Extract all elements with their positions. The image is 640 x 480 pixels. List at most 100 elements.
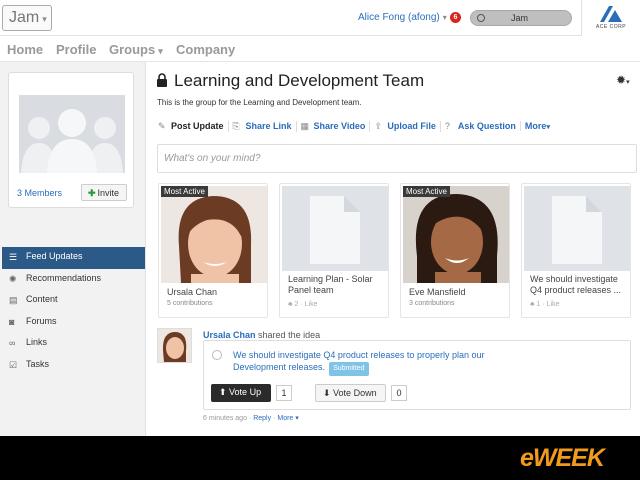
document-card[interactable]: Learning Plan - Solar Panel team ♣ 2 · L…: [279, 183, 389, 318]
app-screen: Jam ▾ Alice Fong (afong) ▾ 6 Jam ACE CORP …: [0, 0, 640, 436]
group-main: Learning and Development Team ✹▾ This is…: [146, 62, 640, 436]
share-video-tab[interactable]: ▦ Share Video: [301, 121, 371, 132]
sidebar-item-label: Links: [26, 337, 48, 347]
gear-icon: ✹: [616, 73, 627, 87]
arrow-up-icon: ⬆: [219, 387, 230, 397]
sidebar-item-forums[interactable]: ◙ Forums: [2, 312, 145, 334]
arrow-down-icon: ⬇: [323, 388, 334, 398]
contributor-name[interactable]: Ursala Chan: [167, 287, 217, 298]
sidebar-item-label: Content: [26, 294, 58, 304]
feed-author-link[interactable]: Ursala Chan: [203, 330, 256, 340]
notification-badge[interactable]: 6: [450, 12, 461, 23]
nav-company[interactable]: Company: [176, 42, 235, 57]
vote-down-button[interactable]: ⬇ Vote Down: [315, 384, 386, 402]
nav-profile[interactable]: Profile: [56, 42, 96, 57]
idea-card: We should investigate Q4 product release…: [203, 340, 631, 410]
post-icon: ✎: [158, 121, 166, 131]
sidebar-item-feed-updates[interactable]: ☰ Feed Updates: [2, 247, 145, 269]
contributor-card[interactable]: Most Active Ursala Chan 5 contributions: [158, 183, 268, 318]
sidebar-item-tasks[interactable]: ☑ Tasks: [2, 355, 145, 377]
group-description: This is the group for the Learning and D…: [157, 98, 362, 107]
main-nav: Home Profile Groups ▾ Company: [0, 36, 640, 62]
user-name: Alice Fong (afong): [358, 12, 440, 23]
vote-up-button[interactable]: ⬆ Vote Up: [211, 384, 271, 402]
search-scope-label: Jam: [511, 13, 529, 23]
chevron-down-icon: ▾: [158, 46, 163, 56]
lightbulb-icon: ✺: [9, 273, 17, 284]
question-icon: ?: [444, 121, 450, 131]
most-active-badge: Most Active: [161, 186, 208, 197]
contributor-name[interactable]: Eve Mansfield: [409, 287, 466, 298]
upload-file-tab[interactable]: ⇪ Upload File: [374, 121, 441, 132]
page-title: Learning and Development Team: [174, 71, 425, 90]
nav-home[interactable]: Home: [7, 42, 43, 57]
search-box[interactable]: Jam: [470, 10, 572, 26]
search-icon: [477, 14, 485, 22]
more-link[interactable]: More: [277, 415, 293, 422]
company-logo[interactable]: ACE CORP: [581, 0, 640, 36]
plus-icon: ✚: [88, 188, 96, 198]
invite-button[interactable]: ✚ Invite: [81, 184, 127, 201]
more-actions-menu[interactable]: More▾: [525, 121, 554, 131]
chevron-down-icon: ▾: [626, 79, 630, 86]
post-update-tab[interactable]: ✎ Post Update: [158, 121, 229, 132]
nav-groups-label: Groups: [109, 42, 156, 57]
reply-link[interactable]: Reply: [253, 415, 271, 422]
author-avatar-image: [158, 329, 191, 362]
share-link-tab[interactable]: ⎘ Share Link: [233, 121, 297, 132]
document-title[interactable]: We should investigate Q4 product release…: [530, 274, 630, 296]
eweek-watermark: eWEEK: [520, 444, 605, 472]
contribution-count: 3 contributions: [409, 300, 455, 307]
action-label: Ask Question: [457, 121, 516, 131]
ask-question-tab[interactable]: ? Ask Question: [445, 121, 521, 131]
feed-verb: shared the idea: [258, 330, 321, 340]
people-silhouette-icon: [21, 109, 123, 173]
jam-app-switcher[interactable]: Jam ▾: [2, 5, 52, 31]
document-thumbnail: [524, 186, 630, 271]
chevron-down-icon: ▾: [546, 124, 550, 131]
lock-icon: [157, 73, 167, 87]
vote-up-count: 1: [276, 385, 292, 401]
document-icon: ▤: [9, 295, 18, 305]
vote-down-label: Vote Down: [333, 388, 377, 398]
nav-groups[interactable]: Groups ▾: [109, 42, 163, 57]
document-likes: 1 · Like: [536, 301, 560, 308]
document-meta: ♣ 1 · Like: [530, 301, 560, 308]
woman-portrait-image: [161, 186, 267, 283]
most-active-badge: Most Active: [403, 186, 450, 197]
status-badge: Submitted: [329, 362, 369, 376]
document-card[interactable]: We should investigate Q4 product release…: [521, 183, 631, 318]
feed-item-footer: 6 minutes ago · Reply · More ▾: [203, 415, 299, 422]
group-menu: ☰ Feed Updates ✺ Recommendations ▤ Content …: [2, 247, 145, 376]
sidebar-item-links[interactable]: ∞ Links: [2, 333, 145, 355]
document-likes: 2 · Like: [294, 301, 318, 308]
sidebar-item-content[interactable]: ▤ Content: [2, 290, 145, 312]
action-label: Post Update: [171, 121, 224, 131]
user-menu[interactable]: Alice Fong (afong) ▾: [358, 12, 447, 23]
document-icon: [310, 196, 360, 264]
timestamp: 6 minutes ago: [203, 415, 247, 422]
document-title[interactable]: Learning Plan - Solar Panel team: [288, 274, 388, 296]
sidebar-item-label: Forums: [26, 315, 57, 326]
chevron-down-icon: ▾: [442, 13, 447, 22]
status-update-input[interactable]: What's on your mind?: [157, 144, 637, 173]
sidebar-item-recommendations[interactable]: ✺ Recommendations: [2, 269, 145, 291]
document-meta: ♣ 2 · Like: [288, 301, 318, 308]
contribution-count: 5 contributions: [167, 300, 213, 307]
members-link[interactable]: 3 Members: [17, 188, 62, 198]
action-label: Share Video: [313, 121, 366, 131]
upload-icon: ⇪: [374, 121, 382, 131]
composer-actions: ✎ Post Update ⎘ Share Link ▦ Share Video ⇪ Uplo…: [158, 121, 558, 135]
document-icon: [552, 196, 602, 264]
idea-text[interactable]: We should investigate Q4 product release…: [233, 349, 533, 376]
sidebar-item-label: Feed Updates: [26, 251, 83, 261]
contributor-card[interactable]: Most Active Eve Mansfield 3 contribution…: [400, 183, 510, 318]
jam-logo-text: Jam: [9, 9, 40, 26]
avatar[interactable]: [157, 328, 192, 363]
document-thumbnail: [282, 186, 388, 271]
vote-down-count: 0: [391, 385, 407, 401]
company-logo-text: ACE CORP: [595, 24, 627, 30]
vote-up-label: Vote Up: [229, 387, 262, 397]
settings-menu[interactable]: ✹▾: [616, 73, 630, 87]
avatar: [403, 186, 509, 283]
